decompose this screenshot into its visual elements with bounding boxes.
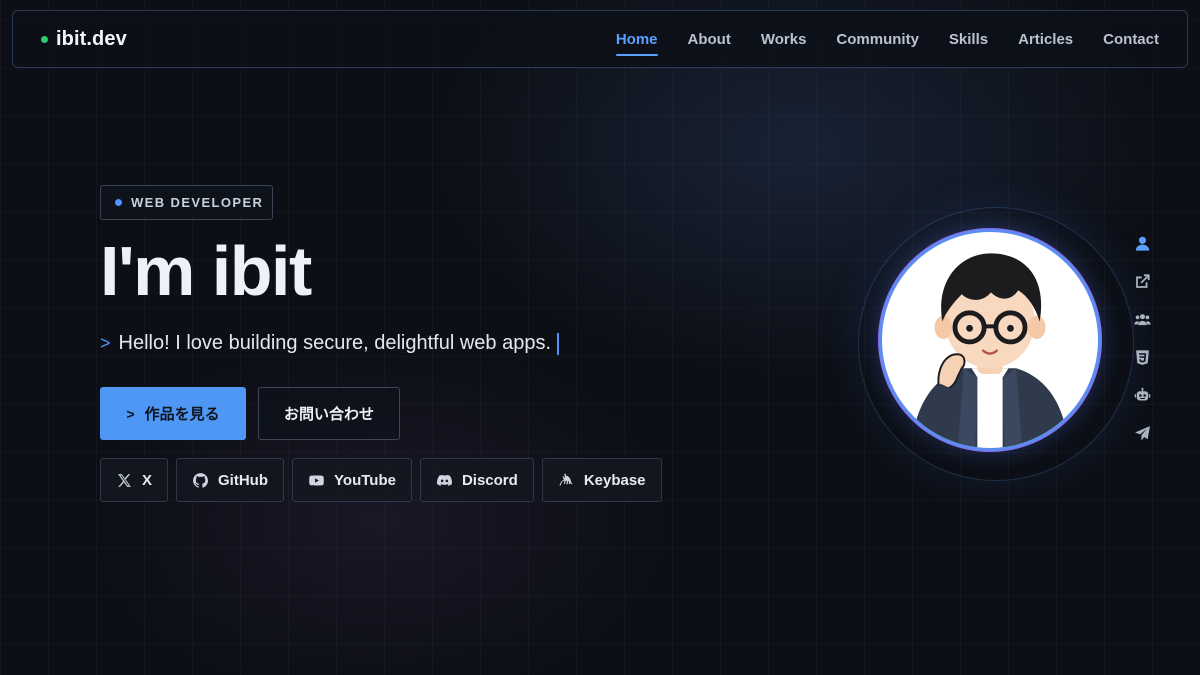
social-links: X GitHub YouTube Discord Keybase [100,458,662,502]
social-youtube-button[interactable]: YouTube [292,458,412,502]
rail-about[interactable] [1131,232,1153,254]
rail-skills[interactable] [1131,346,1153,368]
nav-item-works[interactable]: Works [761,27,807,52]
rail-works[interactable] [1131,270,1153,292]
page: ibit.dev Home About Works Community Skil… [0,0,1200,675]
social-x-button[interactable]: X [100,458,169,502]
view-works-label: 作品を見る [144,406,220,423]
tagline: > Hello! I love building secure, delight… [100,332,559,355]
rail-contact[interactable] [1131,422,1153,444]
badge-dot-icon [115,199,122,206]
social-github-button[interactable]: GitHub [176,458,285,502]
discord-icon [436,474,452,486]
css3-icon [1135,349,1149,365]
rail-community[interactable] [1131,308,1153,330]
view-works-button[interactable]: > 作品を見る [100,387,246,440]
brand[interactable]: ibit.dev [41,28,127,51]
role-badge: WEB DEVELOPER [100,185,273,220]
social-x-label: X [142,471,153,489]
main-nav: Home About Works Community Skills Articl… [586,27,1159,56]
nav-item-community[interactable]: Community [836,27,919,52]
users-icon [1133,313,1151,325]
x-icon [118,473,131,487]
navbar: ibit.dev Home About Works Community Skil… [12,10,1188,68]
tagline-text: Hello! I love building secure, delightfu… [118,332,551,354]
social-keybase-label: Keybase [583,471,646,489]
chevron-right-icon: > [126,405,135,422]
external-link-icon [1135,273,1150,288]
youtube-icon [309,475,324,485]
avatar-illustration [911,253,1069,448]
github-icon [193,472,209,488]
social-youtube-label: YouTube [334,471,396,489]
social-keybase-button[interactable]: Keybase [541,458,662,502]
nav-item-about[interactable]: About [688,27,731,52]
social-discord-button[interactable]: Discord [419,458,534,502]
paper-plane-icon [1134,425,1150,441]
keybase-icon [559,472,573,485]
status-dot-icon [41,35,48,43]
rail-articles[interactable] [1131,384,1153,406]
contact-label: お問い合わせ [283,406,374,423]
social-discord-label: Discord [461,471,518,489]
prompt-chevron: > [100,333,111,353]
typing-cursor [557,332,559,355]
nav-item-home[interactable]: Home [615,27,658,56]
social-github-label: GitHub [218,471,269,489]
nav-item-skills[interactable]: Skills [949,27,988,52]
brand-name: ibit.dev [56,27,127,50]
hero-title: I'm ibit [100,232,312,310]
avatar [879,229,1101,451]
nav-item-articles[interactable]: Articles [1018,27,1073,52]
robot-icon [1134,387,1150,400]
nav-item-contact[interactable]: Contact [1103,27,1159,52]
user-icon [1135,236,1149,251]
role-badge-text: WEB DEVELOPER [131,195,264,210]
contact-button[interactable]: お問い合わせ [258,387,400,440]
